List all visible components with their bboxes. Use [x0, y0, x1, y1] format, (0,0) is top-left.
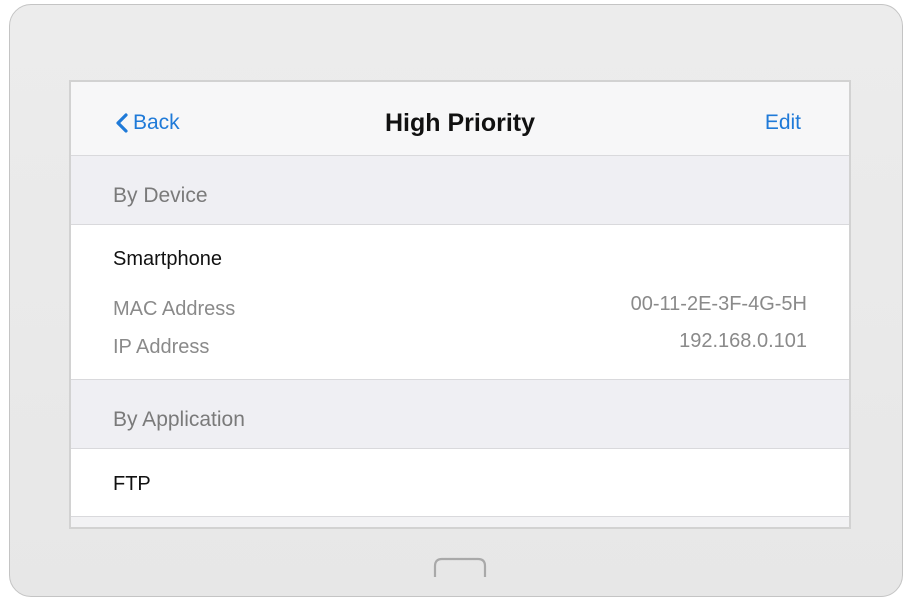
section-header-by-device: By Device	[71, 156, 849, 225]
app-screen: Back High Priority Edit By Device Smartp…	[69, 80, 851, 529]
list-item-application[interactable]: FTP	[71, 449, 849, 517]
edit-button[interactable]: Edit	[765, 111, 801, 135]
navigation-bar: Back High Priority Edit	[71, 82, 849, 156]
application-name: FTP	[113, 473, 151, 495]
home-button[interactable]	[432, 556, 488, 583]
section-header-label: By Device	[113, 184, 208, 207]
page-title: High Priority	[384, 109, 535, 137]
mac-address-value: 00-11-2E-3F-4G-5H	[630, 293, 807, 315]
list-item-device[interactable]: Smartphone MAC Address 00-11-2E-3F-4G-5H…	[71, 225, 849, 380]
home-button-icon	[433, 557, 487, 577]
ip-address-value: 192.168.0.101	[679, 330, 807, 352]
mac-address-label: MAC Address	[113, 298, 236, 320]
section-header-label: By Application	[113, 408, 245, 431]
section-header-by-application: By Application	[71, 380, 849, 449]
device-name: Smartphone	[113, 248, 222, 270]
ip-address-label: IP Address	[113, 336, 210, 358]
